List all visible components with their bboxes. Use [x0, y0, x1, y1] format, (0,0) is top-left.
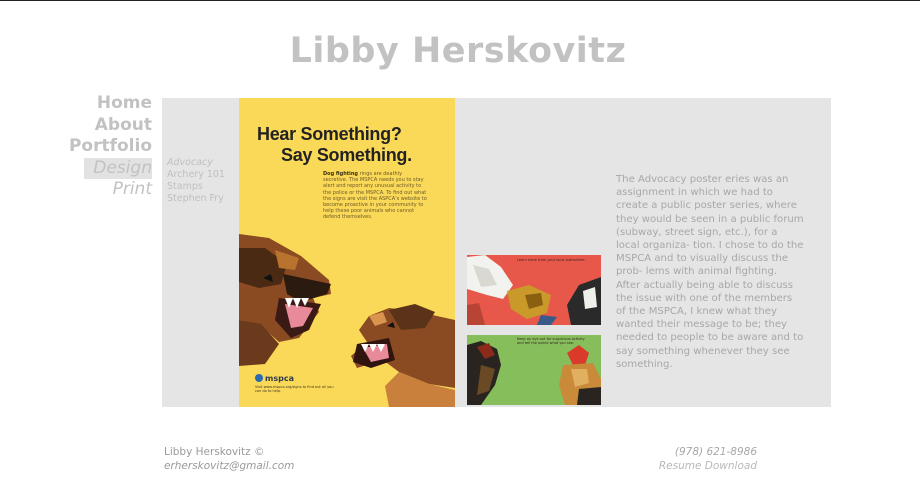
- subnav-advocacy[interactable]: Advocacy: [167, 157, 225, 169]
- mspca-logo: mspca: [255, 374, 294, 383]
- footer-contact-right: (978) 621-8986 Resume Download: [600, 445, 757, 473]
- site-title: Libby Herskovitz: [289, 31, 627, 71]
- nav-print[interactable]: Print: [60, 179, 152, 201]
- nav-about[interactable]: About: [60, 115, 152, 137]
- main-nav: Home About Portfolio Design Print: [60, 93, 152, 201]
- subnav-archery-101[interactable]: Archery 101: [167, 169, 225, 181]
- subnav-stephen-fry[interactable]: Stephen Fry: [167, 193, 225, 205]
- nav-design[interactable]: Design: [84, 157, 152, 179]
- advocacy-poster-image[interactable]: Hear Something? Say Something. Dog fight…: [239, 98, 455, 407]
- nav-portfolio[interactable]: Portfolio: [60, 136, 152, 158]
- rooster-illustration-1: [467, 255, 601, 325]
- rooster-illustration-2: [467, 341, 601, 405]
- footer-phone: (978) 621-8986: [674, 446, 757, 458]
- nav-home[interactable]: Home: [60, 93, 152, 115]
- dogs-illustration: [239, 234, 455, 407]
- poster-thumbnail-rooster-green[interactable]: Keep an eye out for suspicious activity …: [467, 335, 601, 405]
- subnav-stamps[interactable]: Stamps: [167, 181, 225, 193]
- footer-name: Libby Herskovitz ©: [164, 446, 265, 458]
- poster-fine-print: Visit www.mspca.org/signs to find out al…: [255, 385, 334, 393]
- project-description: The Advocacy poster eries was an assignm…: [616, 174, 804, 370]
- thumb2-caption: Keep an eye out for suspicious activity …: [517, 337, 585, 345]
- thumb1-caption: Learn more from your local authorities.: [517, 258, 586, 262]
- portfolio-subnav: Advocacy Archery 101 Stamps Stephen Fry: [167, 157, 225, 205]
- footer-contact-left: Libby Herskovitz © erherskovitz@gmail.co…: [164, 445, 294, 473]
- footer-email-link[interactable]: erherskovitz@gmail.com: [164, 459, 294, 473]
- resume-download-link[interactable]: Resume Download: [600, 459, 757, 473]
- mspca-logo-icon: [255, 374, 263, 382]
- poster-thumbnail-rooster-red[interactable]: Learn more from your local authorities.: [467, 255, 601, 325]
